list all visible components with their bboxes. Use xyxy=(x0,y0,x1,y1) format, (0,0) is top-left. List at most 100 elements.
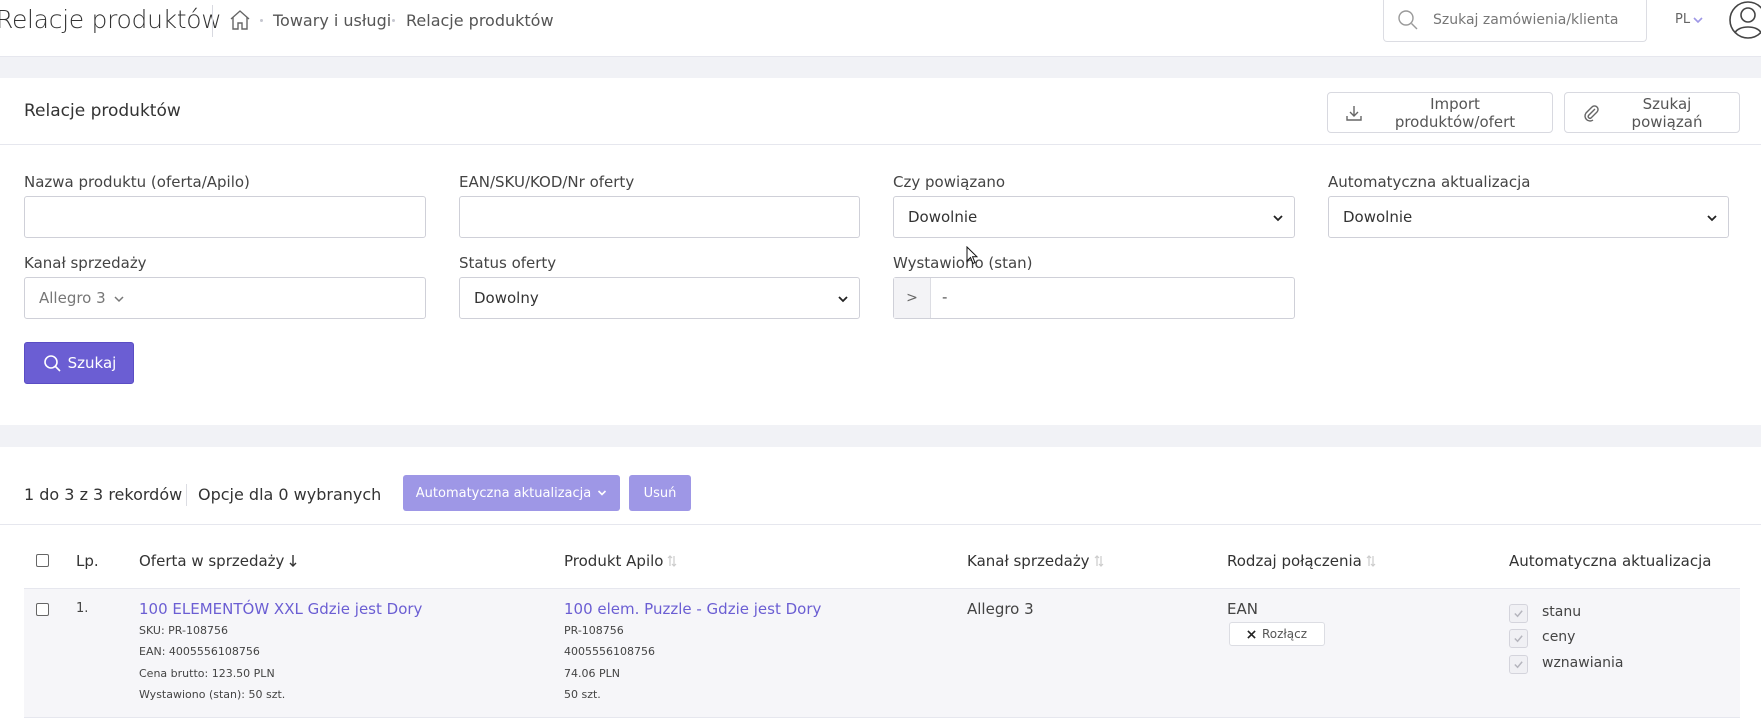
delete-button-label: Usuń xyxy=(643,485,677,501)
listed-label: Wystawiono (stan) xyxy=(893,254,1033,272)
breadcrumb-separator xyxy=(392,19,395,22)
row-checkbox[interactable] xyxy=(36,603,49,616)
listed-operator[interactable]: > xyxy=(894,278,931,318)
user-icon[interactable] xyxy=(1726,0,1761,40)
product-price: 74.06 PLN xyxy=(564,667,620,680)
offer-sku: SKU: PR-108756 xyxy=(139,624,228,637)
product-name-label: Nazwa produktu (oferta/Apilo) xyxy=(24,173,250,191)
offer-status-select-value: Dowolny xyxy=(474,289,539,307)
search-links-button[interactable]: Szukaj powiązań xyxy=(1564,92,1740,133)
sort-icon xyxy=(1366,555,1376,567)
title-divider xyxy=(212,5,213,37)
column-header-product-label: Produkt Apilo xyxy=(564,552,664,570)
channel-select[interactable]: Allegro 3 xyxy=(24,277,426,319)
channel-label: Kanał sprzedaży xyxy=(24,254,147,272)
column-header-product[interactable]: Produkt Apilo xyxy=(564,552,677,570)
toolbar-divider xyxy=(186,484,187,506)
table-row: 1. 100 ELEMENTÓW XXL Gdzie jest Dory SKU… xyxy=(24,588,1740,718)
row-channel: Allegro 3 xyxy=(967,600,1034,618)
search-button-label: Szukaj xyxy=(67,354,117,372)
search-button[interactable]: Szukaj xyxy=(24,342,134,384)
offer-name-link[interactable]: 100 ELEMENTÓW XXL Gdzie jest Dory xyxy=(139,600,422,618)
linked-select-value: Dowolnie xyxy=(908,208,978,226)
bulk-auto-update-label: Automatyczna aktualizacja xyxy=(415,485,592,501)
global-search-input[interactable] xyxy=(1433,9,1638,31)
product-ean: 4005556108756 xyxy=(564,645,655,658)
offer-status-label: Status oferty xyxy=(459,254,557,272)
row-connection-type: EAN xyxy=(1227,600,1258,618)
disconnect-button[interactable]: Rozłącz xyxy=(1229,622,1325,646)
column-header-auto-update: Automatyczna aktualizacja xyxy=(1509,552,1711,570)
auto-update-renewal-label: wznawiania xyxy=(1542,655,1624,671)
close-icon xyxy=(1247,629,1256,639)
ean-input[interactable] xyxy=(459,196,860,238)
channel-select-value: Allegro 3 xyxy=(39,289,106,307)
check-icon xyxy=(1514,610,1523,618)
chevron-down-icon xyxy=(1707,215,1717,222)
disconnect-button-label: Rozłącz xyxy=(1261,627,1308,641)
auto-update-renewal-checkbox[interactable] xyxy=(1509,655,1528,674)
check-icon xyxy=(1514,635,1523,643)
column-header-offer[interactable]: Oferta w sprzedaży xyxy=(139,552,298,570)
linked-select[interactable]: Dowolnie xyxy=(893,196,1295,238)
column-header-offer-label: Oferta w sprzedaży xyxy=(139,552,285,570)
ean-label: EAN/SKU/KOD/Nr oferty xyxy=(459,173,635,191)
listed-range-value: - xyxy=(942,288,948,306)
card-header-divider xyxy=(0,144,1761,145)
home-icon[interactable] xyxy=(228,8,252,32)
chevron-down-icon xyxy=(598,490,607,496)
download-icon xyxy=(1346,105,1362,121)
auto-update-price-label: ceny xyxy=(1542,629,1576,645)
sort-desc-icon xyxy=(289,555,297,567)
chevron-down-icon xyxy=(1273,215,1283,222)
check-icon xyxy=(1514,661,1523,669)
toolbar-divider-line xyxy=(0,524,1761,525)
paperclip-icon xyxy=(1584,104,1599,122)
breadcrumb-towary[interactable]: Towary i usługi xyxy=(273,11,391,30)
language-selector[interactable]: PL xyxy=(1675,12,1690,27)
column-header-index: Lp. xyxy=(76,552,99,570)
column-header-index-label: Lp. xyxy=(76,552,99,570)
column-header-channel[interactable]: Kanał sprzedaży xyxy=(967,552,1104,570)
page-title: Relacje produktów xyxy=(0,5,222,34)
bulk-auto-update-button[interactable]: Automatyczna aktualizacja xyxy=(403,475,620,511)
column-header-channel-label: Kanał sprzedaży xyxy=(967,552,1090,570)
auto-update-select[interactable]: Dowolnie xyxy=(1328,196,1729,238)
import-button-label: Import produktów/ofert xyxy=(1394,94,1516,131)
record-count: 1 do 3 z 3 rekordów xyxy=(24,485,183,504)
sort-icon xyxy=(1094,555,1104,567)
column-header-auto-update-label: Automatyczna aktualizacja xyxy=(1509,552,1712,570)
product-sku: PR-108756 xyxy=(564,624,624,637)
product-stock: 50 szt. xyxy=(564,688,601,701)
search-icon xyxy=(1398,10,1418,30)
breadcrumb-separator xyxy=(260,19,263,22)
select-all-checkbox[interactable] xyxy=(36,554,49,567)
breadcrumb-current: Relacje produktów xyxy=(406,11,554,30)
column-header-connection[interactable]: Rodzaj połączenia xyxy=(1227,552,1376,570)
search-links-button-label: Szukaj powiązań xyxy=(1631,94,1703,131)
product-name-link[interactable]: 100 elem. Puzzle - Gdzie jest Dory xyxy=(564,600,821,618)
filter-card-title: Relacje produktów xyxy=(24,101,181,121)
auto-update-select-value: Dowolnie xyxy=(1343,208,1413,226)
search-icon xyxy=(43,355,61,372)
product-name-input[interactable] xyxy=(24,196,426,238)
listed-range[interactable]: > - xyxy=(893,277,1295,319)
column-header-connection-label: Rodzaj połączenia xyxy=(1227,552,1362,570)
linked-label: Czy powiązano xyxy=(893,173,1006,191)
mouse-cursor-icon xyxy=(966,246,978,265)
offer-ean: EAN: 4005556108756 xyxy=(139,645,260,658)
auto-update-price-checkbox[interactable] xyxy=(1509,629,1528,648)
chevron-down-icon xyxy=(838,296,848,303)
filter-card: Relacje produktów Import produktów/ofert… xyxy=(0,78,1761,425)
offer-status-select[interactable]: Dowolny xyxy=(459,277,860,319)
results-card: 1 do 3 z 3 rekordów Opcje dla 0 wybranyc… xyxy=(0,447,1761,726)
chevron-down-icon[interactable] xyxy=(1692,14,1704,26)
delete-button[interactable]: Usuń xyxy=(629,475,691,511)
auto-update-stock-checkbox[interactable] xyxy=(1509,604,1528,623)
offer-stock: Wystawiono (stan): 50 szt. xyxy=(139,688,286,701)
auto-update-stock-label: stanu xyxy=(1542,604,1582,620)
auto-update-label: Automatyczna aktualizacja xyxy=(1328,173,1531,191)
row-index: 1. xyxy=(76,601,89,616)
import-button[interactable]: Import produktów/ofert xyxy=(1327,92,1553,133)
global-search[interactable] xyxy=(1383,0,1647,42)
